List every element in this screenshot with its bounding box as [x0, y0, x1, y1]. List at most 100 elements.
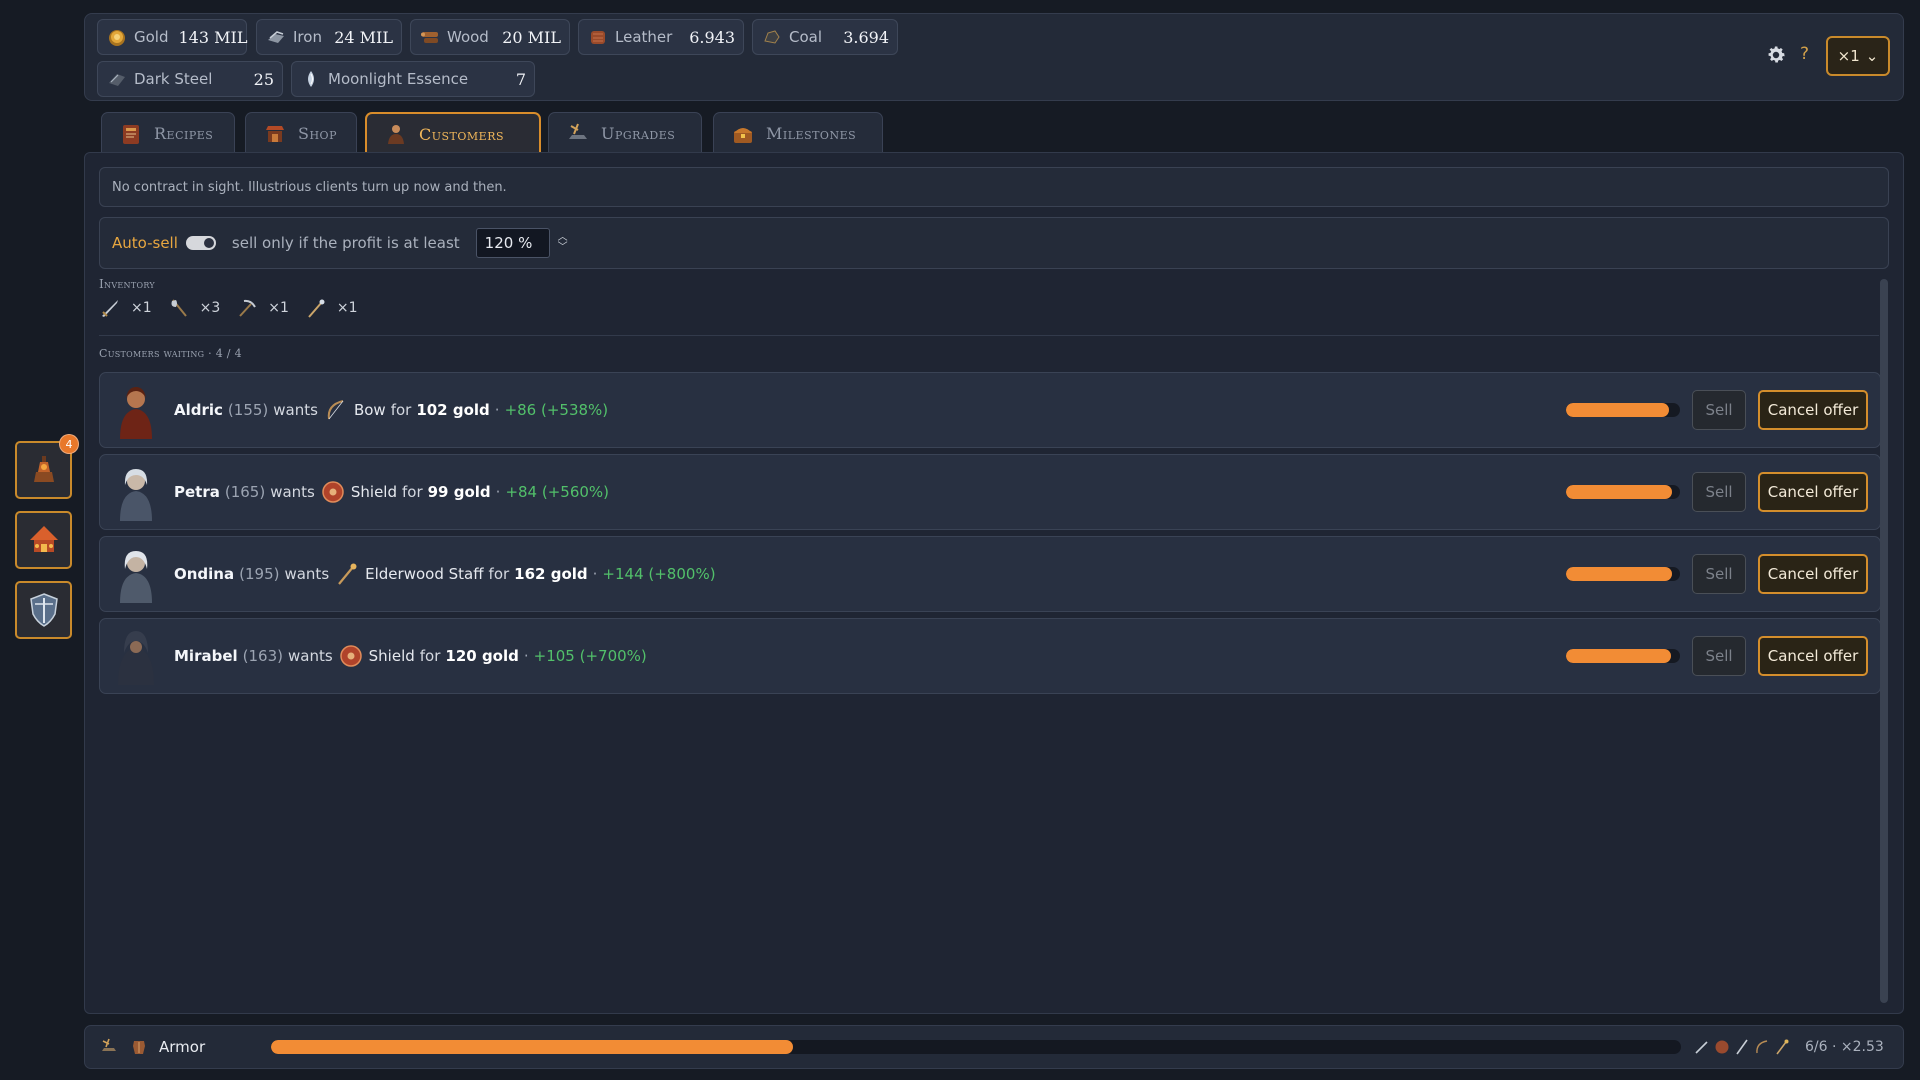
market-tent-icon [29, 526, 58, 552]
staff-icon [338, 563, 357, 585]
wants-label: wants [270, 483, 315, 501]
customer-portrait-avatar [118, 631, 154, 685]
profit-value: +144 (+800%) [602, 565, 716, 583]
autosell-toggle[interactable] [185, 236, 216, 250]
patience-fill [1566, 649, 1671, 663]
tab-label: Upgrades [601, 124, 676, 143]
threshold-stepper[interactable]: ︿ ﹀ [558, 233, 568, 253]
crafting-item-label: Armor [159, 1038, 206, 1056]
sword-icon [1736, 1039, 1748, 1055]
tab-customers[interactable]: Customers [365, 112, 541, 154]
sell-button[interactable]: Sell [1692, 390, 1746, 430]
resource-coal: Coal 3.694 [752, 19, 898, 55]
resource-value: 20 MIL [502, 27, 561, 47]
staff-icon [1776, 1039, 1789, 1055]
cancel-offer-button[interactable]: Cancel offer [1758, 636, 1868, 676]
profit-threshold-input[interactable] [475, 228, 550, 258]
cancel-offer-button[interactable]: Cancel offer [1758, 390, 1868, 430]
help-button[interactable]: ? [1800, 44, 1809, 64]
separator: · [523, 647, 529, 665]
for-label: for [390, 401, 412, 419]
customers-waiting-title: Customers waiting · 4 / 4 [99, 347, 242, 360]
tab-label: Customers [419, 124, 505, 144]
for-label: for [402, 483, 423, 501]
coal-icon [764, 30, 780, 44]
resource-name: Moonlight Essence [328, 70, 469, 88]
patience-fill [1566, 403, 1669, 417]
resource-name: Iron [293, 28, 322, 46]
customer-row: Ondina (195) wants Elderwood Staff for 1… [99, 536, 1881, 612]
queued-items [1693, 1038, 1791, 1056]
inventory-count: ×3 [199, 300, 221, 316]
profit-value: +84 (+560%) [505, 483, 610, 501]
chevron-down-icon[interactable]: ﹀ [558, 243, 568, 253]
autosell-row: Auto-sell sell only if the profit is at … [99, 217, 1889, 269]
inventory-list: ×1 ×3 ×1 ×1 [99, 297, 368, 319]
tab-recipes[interactable]: Recipes [101, 112, 235, 154]
settings-gear-icon[interactable] [1765, 44, 1787, 66]
customer-name: Mirabel [174, 647, 238, 665]
wants-label: wants [287, 647, 333, 665]
defense-side-button[interactable] [15, 581, 72, 639]
queue-status: 6/6 · ×2.53 [1805, 1039, 1884, 1055]
customer-row: Petra (165) wants Shield for 99 gold · +… [99, 454, 1881, 530]
recipe-book-icon [123, 124, 139, 144]
resource-wood: Wood 20 MIL [410, 19, 570, 55]
offer-price: 99 gold [427, 483, 491, 501]
pickaxe-icon [239, 299, 257, 317]
resource-value: 6.943 [689, 27, 735, 47]
patience-fill [1566, 485, 1673, 499]
bow-icon [327, 400, 344, 420]
resource-name: Gold [134, 28, 169, 46]
sword-icon [102, 300, 118, 317]
scrollbar[interactable] [1880, 279, 1888, 1003]
shield-icon [1715, 1040, 1729, 1054]
wants-label: wants [284, 565, 330, 583]
inventory-title: Inventory [99, 277, 156, 291]
forge-icon [33, 456, 54, 482]
sell-button[interactable]: Sell [1692, 472, 1746, 512]
treasure-chest-icon [734, 127, 752, 143]
inventory-count: ×1 [268, 300, 289, 316]
customer-level: (165) [224, 483, 266, 501]
speed-selector[interactable]: ×1 ⌄ [1826, 36, 1890, 76]
cancel-offer-button[interactable]: Cancel offer [1758, 554, 1868, 594]
sell-button[interactable]: Sell [1692, 636, 1746, 676]
contract-notice: No contract in sight. Illustrious client… [99, 167, 1889, 207]
item-name: Bow [353, 401, 386, 419]
customer-icon [388, 125, 404, 144]
anvil-hammer-icon [102, 1038, 116, 1051]
offer-price: 102 gold [416, 401, 490, 419]
offer-price: 120 gold [445, 647, 519, 665]
dark-steel-icon [109, 74, 125, 86]
autosell-description: sell only if the profit is at least [231, 234, 460, 252]
customer-portrait-avatar [120, 387, 152, 439]
patience-fill [1566, 567, 1673, 581]
shop-side-button[interactable] [15, 511, 72, 569]
customer-offer-text: Petra (165) wants Shield for 99 gold · +… [174, 479, 1566, 505]
tab-shop[interactable]: Shop [245, 112, 357, 154]
sword-icon [1695, 1041, 1708, 1054]
customer-name: Ondina [174, 565, 235, 583]
forge-side-button[interactable]: 4 [15, 434, 79, 499]
gold-icon [109, 30, 125, 46]
tab-label: Shop [298, 124, 337, 143]
patience-bar [1566, 403, 1680, 417]
customers-panel: No contract in sight. Illustrious client… [84, 152, 1904, 1014]
sell-button[interactable]: Sell [1692, 554, 1746, 594]
cancel-offer-button[interactable]: Cancel offer [1758, 472, 1868, 512]
item-name: Shield [350, 483, 397, 501]
profit-value: +105 (+700%) [533, 647, 647, 665]
tab-label: Recipes [154, 124, 214, 143]
moonlight-essence-icon [308, 71, 314, 87]
resource-value: 24 MIL [334, 27, 393, 47]
crafting-progress-bar [271, 1040, 1681, 1054]
iron-icon [268, 31, 284, 43]
patience-bar [1566, 649, 1680, 663]
customer-portrait-avatar [120, 469, 152, 521]
customer-offer-text: Mirabel (163) wants Shield for 120 gold … [174, 643, 1566, 669]
tab-upgrades[interactable]: Upgrades [548, 112, 702, 154]
resource-value: 143 MIL [178, 27, 248, 47]
tab-milestones[interactable]: Milestones [713, 112, 883, 154]
resource-name: Dark Steel [134, 70, 213, 88]
